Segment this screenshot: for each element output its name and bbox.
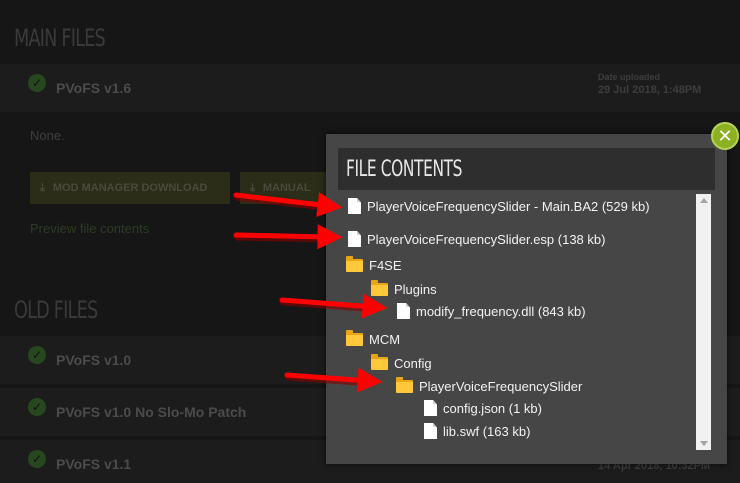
- annotation-arrows: [233, 192, 388, 393]
- red-arrow: [233, 224, 343, 250]
